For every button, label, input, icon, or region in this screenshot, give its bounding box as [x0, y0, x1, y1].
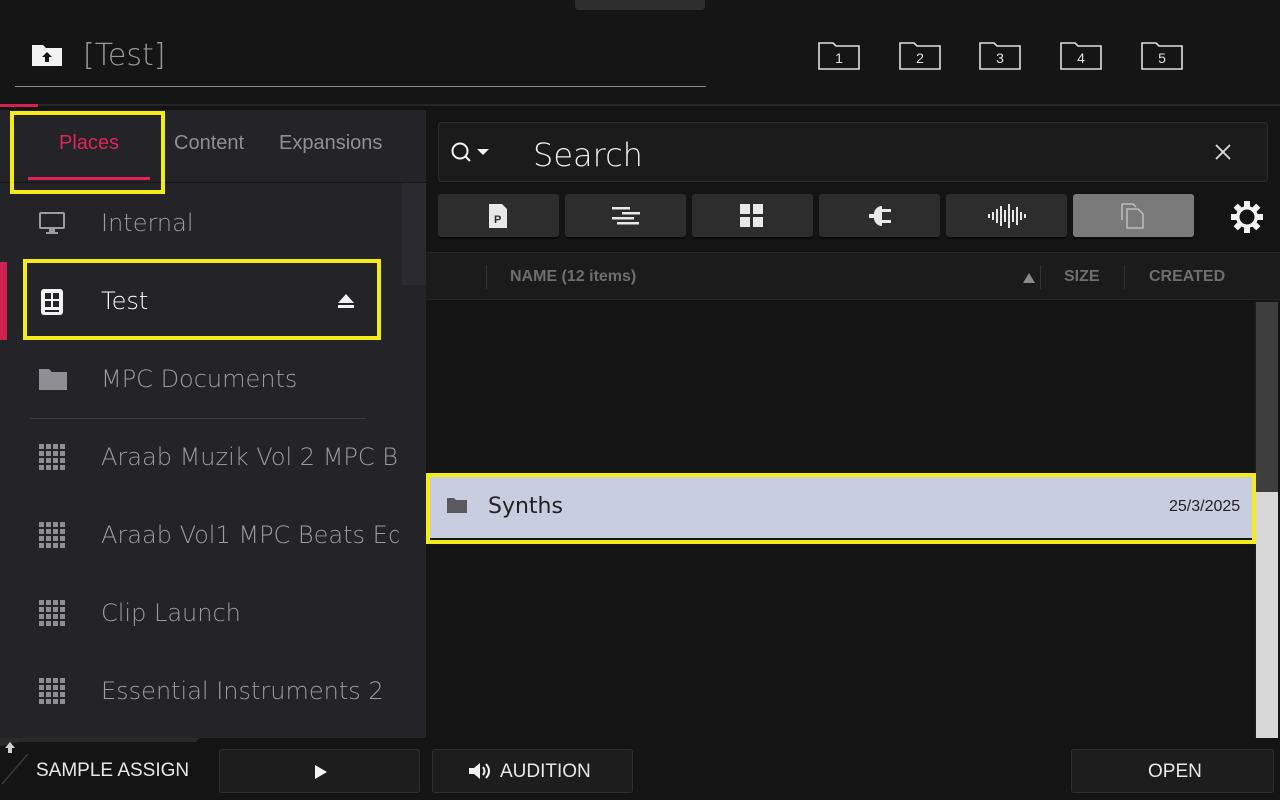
column-name[interactable]: NAME (12 items) [510, 268, 636, 286]
column-size[interactable]: SIZE [1064, 268, 1100, 286]
quick-folder-label: 3 [996, 50, 1004, 66]
tab-content[interactable]: Content [174, 132, 244, 155]
file-browser-panel: Search P NAME (12 items) SIZE CREATED Sy… [426, 110, 1280, 738]
filter-pads-button[interactable] [692, 194, 813, 237]
quick-folder-2[interactable]: 2 [899, 40, 941, 70]
pads-filter-icon [740, 204, 763, 227]
current-path: [Test] [83, 38, 166, 73]
quick-folder-label: 1 [835, 50, 843, 66]
path-bar: [Test] [15, 30, 706, 87]
program-filter-icon: P [489, 204, 507, 228]
play-button[interactable] [219, 749, 420, 793]
header-divider [0, 104, 1280, 106]
filter-sample-button[interactable] [946, 194, 1067, 237]
quick-folder-label: 2 [916, 50, 924, 66]
audition-button[interactable]: AUDITION [432, 749, 633, 793]
places-scrollbar[interactable] [402, 183, 426, 285]
sequence-filter-icon [612, 207, 640, 225]
column-header: NAME (12 items) SIZE CREATED [426, 252, 1280, 300]
place-label: Essential Instruments 2 [101, 677, 384, 705]
quick-folder-3[interactable]: 3 [979, 40, 1021, 70]
shift-corner [0, 738, 200, 746]
place-clip-launch[interactable]: Clip Launch [0, 575, 400, 653]
grid-icon [39, 600, 65, 626]
place-label: Araab Vol1 MPC Beats Edition [101, 521, 399, 549]
top-drag-handle[interactable] [575, 0, 705, 10]
search-input[interactable]: Search [533, 136, 643, 174]
column-separator [1124, 265, 1125, 289]
place-label: Internal [101, 209, 194, 237]
filter-plugin-button[interactable] [819, 194, 940, 237]
file-list-scrollbar-upper [1256, 302, 1278, 492]
grid-icon [39, 678, 65, 704]
test-place-highlight [23, 259, 381, 340]
open-label: OPEN [1148, 761, 1202, 782]
all-files-filter-icon [1121, 203, 1144, 229]
quick-folder-label: 4 [1077, 50, 1085, 66]
corner-divider [1, 754, 29, 785]
speaker-icon [469, 763, 490, 779]
quick-folder-1[interactable]: 1 [818, 40, 860, 70]
place-mpc-documents[interactable]: MPC Documents [0, 341, 400, 419]
play-icon [315, 765, 327, 779]
synths-row-highlight [426, 473, 1256, 544]
grid-icon [39, 522, 65, 548]
shift-arrow-icon[interactable] [3, 741, 17, 755]
accent-bar [0, 104, 38, 107]
sample-filter-icon [988, 204, 1026, 228]
quick-folder-label: 5 [1158, 50, 1166, 66]
plugin-filter-icon [869, 206, 891, 226]
audition-label: AUDITION [500, 761, 591, 782]
monitor-icon [39, 212, 65, 234]
sort-ascending-icon[interactable] [1023, 273, 1035, 283]
place-essential-instruments-2[interactable]: Essential Instruments 2 [0, 653, 400, 731]
gear-icon[interactable] [1230, 200, 1264, 234]
footer-bar: SAMPLE ASSIGN AUDITION OPEN [0, 738, 1280, 800]
place-araab-vol2[interactable]: Araab Muzik Vol 2 MPC Beats Edition [0, 419, 400, 497]
tab-expansions[interactable]: Expansions [279, 132, 382, 155]
search-bar[interactable]: Search [438, 122, 1268, 182]
quick-folder-4[interactable]: 4 [1060, 40, 1102, 70]
place-label: Clip Launch [101, 599, 241, 627]
place-label: Araab Muzik Vol 2 MPC Beats Edition [101, 443, 399, 471]
sample-assign-button[interactable]: SAMPLE ASSIGN [36, 760, 189, 782]
close-icon[interactable] [1213, 142, 1233, 162]
filter-all-files-button[interactable] [1073, 194, 1194, 237]
svg-text:P: P [494, 214, 501, 226]
folder-icon [39, 369, 67, 390]
filter-program-button[interactable]: P [438, 194, 559, 237]
column-separator [486, 265, 487, 289]
place-internal[interactable]: Internal [0, 185, 400, 263]
folder-up-icon[interactable] [31, 41, 63, 67]
quick-folder-5[interactable]: 5 [1141, 40, 1183, 70]
place-araab-vol1[interactable]: Araab Vol1 MPC Beats Edition [0, 497, 400, 575]
places-tab-highlight [10, 111, 165, 194]
place-label: MPC Documents [101, 365, 298, 393]
column-created[interactable]: CREATED [1149, 268, 1225, 286]
column-separator [1040, 265, 1041, 289]
search-icon[interactable] [449, 141, 495, 167]
grid-icon [39, 444, 65, 470]
places-panel: Places Content Expansions Internal Test [0, 110, 426, 738]
open-button[interactable]: OPEN [1071, 749, 1274, 793]
filter-sequence-button[interactable] [565, 194, 686, 237]
header: [Test] 1 2 3 4 5 [0, 0, 1280, 107]
file-list: Synths 25/3/2025 [426, 300, 1280, 738]
